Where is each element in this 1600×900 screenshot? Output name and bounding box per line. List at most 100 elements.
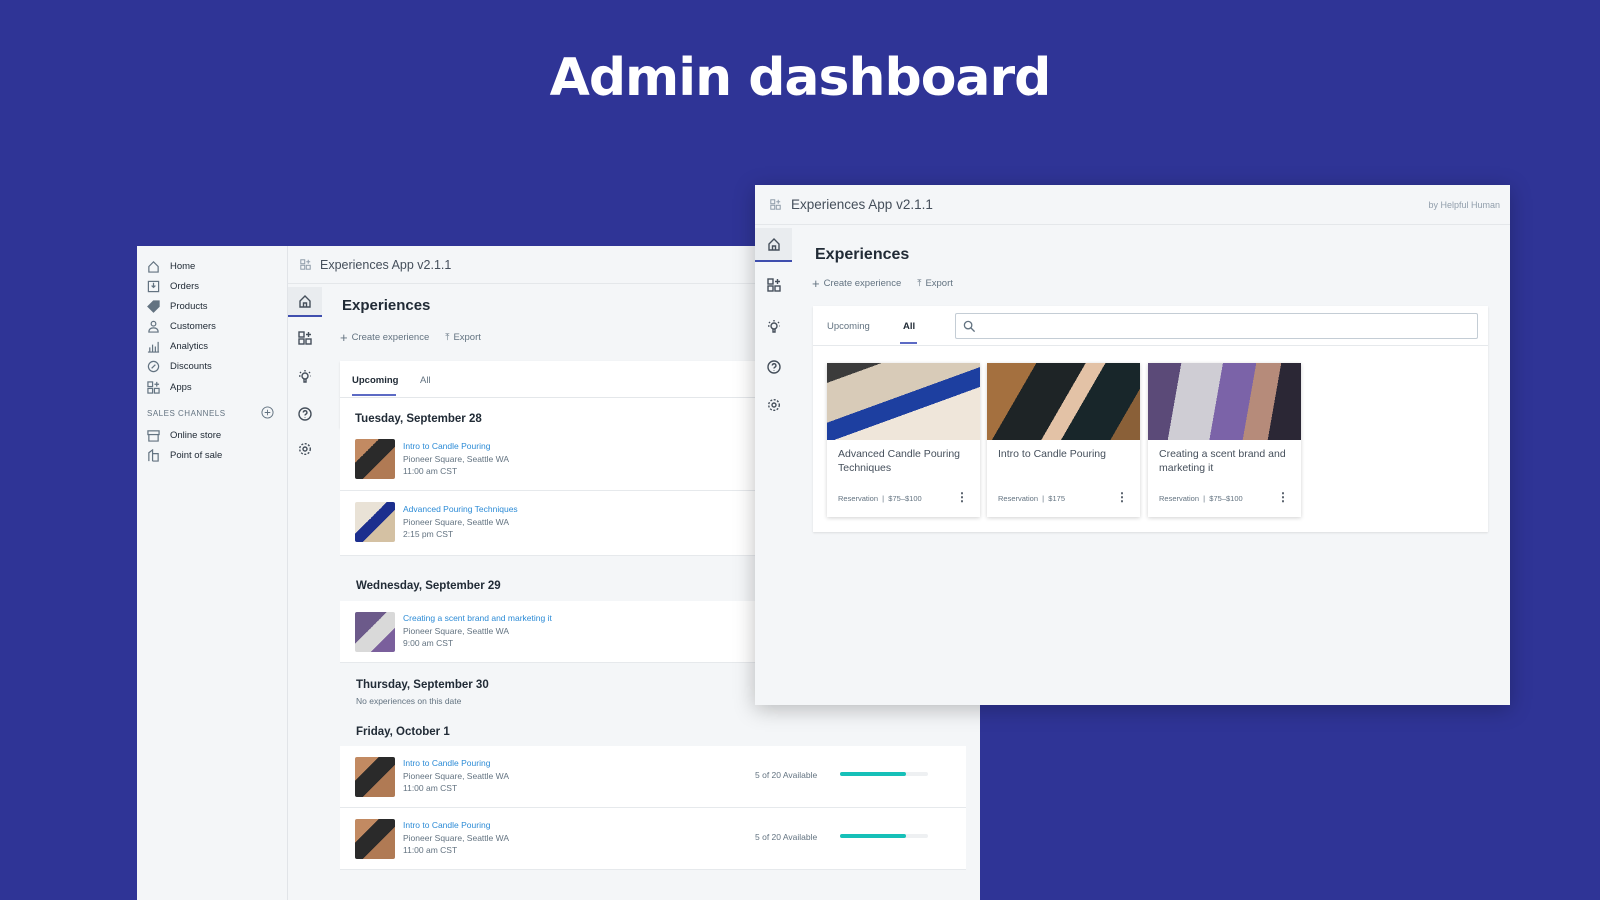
rail-settings[interactable] — [288, 434, 322, 464]
sidebar-item-products[interactable]: Products — [147, 300, 208, 313]
sidebar-label: Point of sale — [170, 450, 223, 461]
add-channel-icon[interactable] — [261, 406, 274, 419]
discount-icon — [147, 360, 160, 373]
sidebar-item-home[interactable]: Home — [147, 260, 195, 273]
rail-settings[interactable] — [755, 390, 792, 420]
app-rail — [288, 284, 322, 900]
hero-title: Admin dashboard — [549, 48, 1052, 108]
tab-indicator — [900, 342, 917, 344]
more-options-icon[interactable]: ⋮ — [956, 490, 968, 504]
experience-link[interactable]: Creating a scent brand and marketing it — [403, 612, 552, 625]
experience-link[interactable]: Advanced Pouring Techniques — [403, 503, 518, 516]
sidebar-item-apps[interactable]: Apps — [147, 381, 192, 394]
tab-all[interactable]: All — [420, 375, 431, 386]
export-icon: ⤒ — [445, 332, 450, 343]
more-options-icon[interactable]: ⋮ — [1277, 490, 1289, 504]
experience-card[interactable]: Intro to Candle Pouring Reservation | $17… — [987, 363, 1140, 517]
sidebar-item-point-of-sale[interactable]: Point of sale — [147, 449, 222, 462]
rail-apps[interactable] — [288, 323, 322, 353]
experiences-panel: Upcoming All Advanced Candle Pouring Tec… — [813, 306, 1488, 532]
rail-ideas[interactable] — [288, 361, 322, 391]
rail-home[interactable] — [755, 228, 792, 262]
rail-help[interactable] — [755, 352, 792, 382]
more-options-icon[interactable]: ⋮ — [1116, 490, 1128, 504]
home-icon — [767, 238, 780, 251]
experience-link[interactable]: Intro to Candle Pouring — [403, 440, 509, 453]
rail-ideas[interactable] — [755, 311, 792, 341]
location: Pioneer Square, Seattle WA — [403, 832, 509, 843]
thumbnail — [355, 612, 395, 652]
location: Pioneer Square, Seattle WA — [403, 453, 509, 464]
list-item[interactable]: Intro to Candle Pouring Pioneer Square, S… — [340, 808, 966, 870]
experience-card[interactable]: Advanced Candle Pouring Techniques Reserv… — [827, 363, 980, 517]
search-input[interactable] — [955, 313, 1478, 339]
lightbulb-icon — [299, 370, 311, 383]
day-header: Thursday, September 30 — [356, 679, 489, 691]
card-image — [987, 363, 1140, 440]
apps-icon — [300, 259, 311, 270]
sidebar-label: Products — [170, 301, 208, 312]
export-label: Export — [925, 278, 953, 289]
help-icon — [766, 360, 781, 374]
day-header: Wednesday, September 29 — [356, 580, 501, 592]
thumbnail — [355, 502, 395, 542]
sidebar-label: Online store — [170, 430, 222, 441]
experience-link[interactable]: Intro to Candle Pouring — [403, 757, 509, 770]
rail-help[interactable] — [288, 399, 322, 429]
apps-icon — [298, 331, 312, 345]
card-title: Creating a scent brand and marketing it — [1159, 448, 1286, 474]
search-icon — [963, 320, 976, 333]
experience-link[interactable]: Intro to Candle Pouring — [403, 819, 509, 832]
tab-upcoming[interactable]: Upcoming — [827, 321, 870, 332]
create-experience-button[interactable]: + Create experience — [340, 330, 429, 345]
rail-apps[interactable] — [755, 270, 792, 300]
create-experience-button[interactable]: + Create experience — [812, 276, 901, 291]
location: Pioneer Square, Seattle WA — [403, 516, 509, 527]
location: Pioneer Square, Seattle WA — [403, 625, 509, 636]
availability-text: 5 of 20 Available — [755, 832, 818, 842]
sidebar-label: Home — [170, 261, 196, 272]
export-button[interactable]: ⤒ Export — [445, 330, 481, 345]
day-header: Tuesday, September 28 — [355, 413, 482, 425]
sales-channels-heading: SALES CHANNELS — [147, 409, 226, 418]
gear-icon — [298, 442, 312, 456]
create-label: Create experience — [823, 278, 902, 289]
tab-upcoming[interactable]: Upcoming — [352, 375, 398, 386]
app-title: Experiences App v2.1.1 — [791, 197, 933, 212]
create-label: Create experience — [351, 332, 430, 343]
day-header: Friday, October 1 — [356, 726, 450, 738]
sidebar-label: Analytics — [170, 341, 209, 352]
tab-all[interactable]: All — [903, 321, 915, 332]
lightbulb-icon — [767, 320, 780, 333]
export-icon: ⤒ — [917, 278, 922, 289]
time: 2:15 pm CST — [403, 529, 454, 539]
app-rail — [755, 225, 792, 705]
rail-home[interactable] — [288, 287, 322, 317]
sidebar-item-customers[interactable]: Customers — [147, 320, 216, 333]
export-button[interactable]: ⤒ Export — [917, 276, 953, 291]
availability-text: 5 of 20 Available — [755, 770, 818, 780]
list-item[interactable]: Intro to Candle Pouring Pioneer Square, S… — [340, 746, 966, 808]
thumbnail — [355, 439, 395, 479]
location: Pioneer Square, Seattle WA — [403, 770, 509, 781]
card-meta: Reservation | $75–$100 — [1159, 494, 1243, 503]
time: 9:00 am CST — [403, 638, 454, 648]
page-title: Experiences — [342, 297, 431, 314]
apps-icon — [147, 381, 160, 394]
sidebar-item-discounts[interactable]: Discounts — [147, 360, 212, 373]
pos-icon — [148, 449, 159, 462]
tag-icon — [147, 300, 160, 313]
experience-card[interactable]: Creating a scent brand and marketing it R… — [1148, 363, 1301, 517]
help-icon — [298, 407, 312, 421]
card-meta: Reservation | $175 — [998, 494, 1065, 503]
store-icon — [147, 430, 160, 442]
sidebar-item-online-store[interactable]: Online store — [147, 429, 221, 442]
time: 11:00 am CST — [403, 845, 458, 855]
gear-icon — [767, 398, 780, 412]
person-icon — [148, 320, 159, 333]
app-title: Experiences App v2.1.1 — [320, 257, 452, 272]
sidebar-label: Apps — [170, 382, 192, 393]
availability-bar — [840, 772, 928, 776]
sidebar-item-orders[interactable]: Orders — [147, 280, 199, 293]
sidebar-item-analytics[interactable]: Analytics — [147, 340, 208, 353]
